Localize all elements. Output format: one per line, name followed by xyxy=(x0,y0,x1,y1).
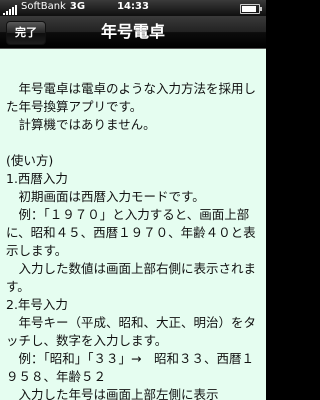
section2-title: 2.年号入力 xyxy=(6,297,68,312)
usage-heading: (使い方) xyxy=(6,153,54,168)
section2-paragraph: 年号キー（平成、昭和、大正、明治）をタッチし、数字を入力します。 xyxy=(6,315,257,348)
section1-paragraph: 入力した数値は画面上部右側に表示されます。 xyxy=(6,261,257,294)
battery-icon xyxy=(240,4,262,14)
status-bar: SoftBank 3G 14:33 xyxy=(0,0,266,16)
page-title: 年号電卓 xyxy=(100,22,165,41)
section2-example: 例：「昭和」「３３」→ 昭和３３、西暦１９５８、年齢５２ xyxy=(6,351,254,384)
navigation-bar: 完了 年号電卓 xyxy=(0,16,266,49)
note-paragraph: 計算機ではありません。 xyxy=(6,117,156,132)
section1-example: 例：「１９７０」と入力すると、画面上部に、昭和４５、西暦１９７０、年齢４０と表示… xyxy=(6,207,256,258)
intro-paragraph: 年号電卓は電卓のような入力方法を採用した年号換算アプリです。 xyxy=(6,81,257,114)
section1-paragraph: 初期画面は西暦入力モードです。 xyxy=(6,189,205,204)
status-time: 14:33 xyxy=(117,1,149,12)
help-text-view[interactable]: 年号電卓は電卓のような入力方法を採用した年号換算アプリです。 計算機ではありませ… xyxy=(0,49,266,400)
section1-title: 1.西暦入力 xyxy=(6,171,68,186)
section2-paragraph: 入力した年号は画面上部左側に表示 xyxy=(6,387,219,400)
